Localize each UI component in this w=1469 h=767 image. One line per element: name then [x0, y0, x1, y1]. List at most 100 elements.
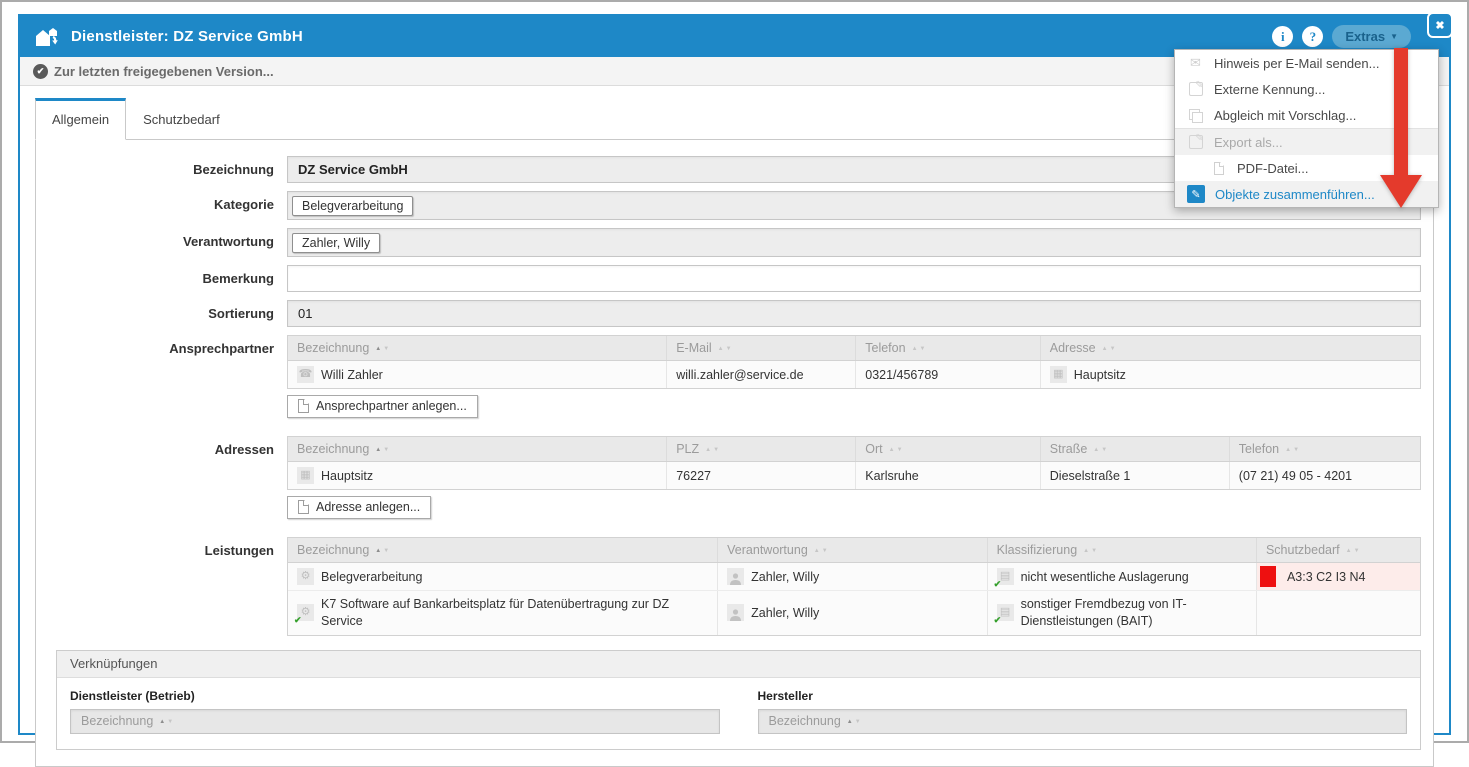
classification-document-icon: ▤ — [997, 604, 1014, 621]
col-header-adresse[interactable]: Adresse — [1041, 336, 1420, 360]
extras-button[interactable]: Extras ▼ — [1332, 25, 1411, 48]
table-row[interactable]: ⚙K7 Software auf Bankarbeitsplatz für Da… — [288, 591, 1420, 635]
sortierung-label: Sortierung — [36, 300, 274, 321]
col-header-schutzbedarf[interactable]: Schutzbedarf — [1257, 538, 1420, 562]
leistungen-table: Bezeichnung Verantwortung Klassifizierun… — [287, 537, 1421, 636]
envelope-icon: ✉ — [1187, 55, 1204, 72]
risk-red-block — [1260, 566, 1276, 587]
adressen-table: Bezeichnung PLZ Ort Straße Telefon ▦Haup… — [287, 436, 1421, 490]
extras-label: Extras — [1345, 29, 1385, 44]
col-header-verantwortung[interactable]: Verantwortung — [718, 538, 987, 562]
sort-icon — [718, 344, 732, 352]
col-header-telefon[interactable]: Telefon — [1230, 437, 1420, 461]
leistungen-label: Leistungen — [36, 537, 274, 558]
dienstleister-betrieb-column-header: Bezeichnung — [70, 709, 720, 734]
col-header-ort[interactable]: Ort — [856, 437, 1041, 461]
tab-schutzbedarf[interactable]: Schutzbedarf — [126, 98, 237, 140]
adressen-table-header: Bezeichnung PLZ Ort Straße Telefon — [288, 437, 1420, 462]
ansprechpartner-table-header: Bezeichnung E-Mail Telefon Adresse — [288, 336, 1420, 361]
bezeichnung-label: Bezeichnung — [36, 156, 274, 177]
service-provider-icon — [34, 26, 61, 48]
building-icon: ▦ — [297, 467, 314, 484]
kategorie-chip[interactable]: Belegverarbeitung — [292, 196, 413, 216]
copy-icon — [1187, 107, 1204, 124]
tab-allgemein[interactable]: Allgemein — [35, 98, 126, 140]
pdf-file-icon — [1210, 160, 1227, 177]
menu-item-objekte-zusammenfuehren[interactable]: ✎ Objekte zusammenführen... — [1175, 181, 1438, 207]
menu-item-pdf-datei[interactable]: PDF-Datei... — [1175, 155, 1438, 181]
table-row[interactable]: ▦Hauptsitz 76227 Karlsruhe Dieselstraße … — [288, 462, 1420, 489]
tab-panel-allgemein: Bezeichnung DZ Service GmbH Kategorie Be… — [35, 139, 1434, 767]
sort-icon — [1102, 344, 1116, 352]
col-header-bezeichnung[interactable]: Bezeichnung — [288, 538, 718, 562]
leistungen-table-header: Bezeichnung Verantwortung Klassifizierun… — [288, 538, 1420, 563]
col-header-klassifizierung[interactable]: Klassifizierung — [988, 538, 1257, 562]
export-icon — [1187, 134, 1204, 151]
add-ansprechpartner-button[interactable]: Ansprechpartner anlegen... — [287, 395, 478, 418]
bezeichnung-value: DZ Service GmbH — [298, 162, 408, 177]
person-icon — [727, 568, 744, 585]
verknuepfungen-body: Dienstleister (Betrieb) Bezeichnung Hers… — [57, 678, 1420, 749]
toolbar-link-label: Zur letzten freigegebenen Version... — [54, 64, 274, 79]
field-row-bemerkung: Bemerkung — [36, 265, 1421, 292]
chevron-down-icon: ▼ — [1390, 33, 1398, 41]
sort-icon — [1093, 445, 1107, 453]
col-header-strasse[interactable]: Straße — [1041, 437, 1230, 461]
sort-icon — [814, 546, 828, 554]
close-button[interactable]: ✖ — [1427, 12, 1453, 38]
bemerkung-input[interactable] — [287, 265, 1421, 292]
menu-item-externe-kennung[interactable]: Externe Kennung... — [1175, 76, 1438, 102]
kategorie-label: Kategorie — [36, 191, 274, 212]
add-adresse-button[interactable]: Adresse anlegen... — [287, 496, 431, 519]
sort-icon — [375, 344, 389, 352]
sort-icon — [375, 546, 389, 554]
page-title: Dienstleister: DZ Service GmbH — [71, 28, 303, 45]
help-button[interactable]: ? — [1302, 26, 1323, 47]
building-icon: ▦ — [1050, 366, 1067, 383]
new-document-icon — [298, 500, 309, 514]
col-header-email[interactable]: E-Mail — [667, 336, 856, 360]
bemerkung-label: Bemerkung — [36, 265, 274, 286]
table-row[interactable]: ☎Willi Zahler willi.zahler@service.de 03… — [288, 361, 1420, 388]
sort-icon — [1346, 546, 1360, 554]
verknuepfungen-title: Verknüpfungen — [57, 651, 1420, 678]
ansprechpartner-label: Ansprechpartner — [36, 335, 274, 356]
sort-icon — [159, 717, 173, 725]
schutzbedarf-cell: A3:3 C2 I3 N4 — [1257, 563, 1420, 590]
menu-item-abgleich-vorschlag[interactable]: Abgleich mit Vorschlag... — [1175, 102, 1438, 128]
edit-icon — [1187, 81, 1204, 98]
col-header-plz[interactable]: PLZ — [667, 437, 856, 461]
screen: Dienstleister: DZ Service GmbH i ? Extra… — [0, 0, 1469, 743]
classification-document-icon: ▤ — [997, 568, 1014, 585]
section-leistungen: Leistungen Bezeichnung Verantwortung Kla… — [36, 537, 1421, 636]
gear-icon: ⚙ — [297, 568, 314, 585]
titlebar-actions: i ? Extras ▼ — [1272, 25, 1411, 48]
section-ansprechpartner: Ansprechpartner Bezeichnung E-Mail Telef… — [36, 335, 1421, 428]
help-icon: ? — [1310, 29, 1317, 45]
person-icon — [727, 604, 744, 621]
col-header-bezeichnung[interactable]: Bezeichnung — [288, 336, 667, 360]
info-button[interactable]: i — [1272, 26, 1293, 47]
verantwortung-label: Verantwortung — [36, 228, 274, 249]
col-header-telefon[interactable]: Telefon — [856, 336, 1041, 360]
sort-icon — [1083, 546, 1097, 554]
col-header-bezeichnung[interactable]: Bezeichnung — [288, 437, 667, 461]
verknuepfungen-dienstleister-betrieb: Dienstleister (Betrieb) Bezeichnung — [70, 689, 720, 734]
sort-icon — [1285, 445, 1299, 453]
table-row[interactable]: ⚙Belegverarbeitung Zahler, Willy ▤nicht … — [288, 563, 1420, 591]
verantwortung-chip[interactable]: Zahler, Willy — [292, 233, 380, 253]
menu-item-export-als: Export als... — [1175, 129, 1438, 155]
sort-icon — [912, 344, 926, 352]
sort-icon — [705, 445, 719, 453]
last-released-version-link[interactable]: ✔ Zur letzten freigegebenen Version... — [33, 64, 274, 79]
hersteller-label: Hersteller — [758, 689, 1408, 703]
gear-icon: ⚙ — [297, 604, 314, 621]
sort-icon — [889, 445, 903, 453]
sortierung-field: 01 — [287, 300, 1421, 327]
merge-objects-icon: ✎ — [1187, 185, 1205, 203]
info-icon: i — [1281, 29, 1285, 45]
menu-item-hinweis-email[interactable]: ✉ Hinweis per E-Mail senden... — [1175, 50, 1438, 76]
phone-icon: ☎ — [297, 366, 314, 383]
verknuepfungen-hersteller: Hersteller Bezeichnung — [758, 689, 1408, 734]
close-icon: ✖ — [1435, 19, 1444, 32]
